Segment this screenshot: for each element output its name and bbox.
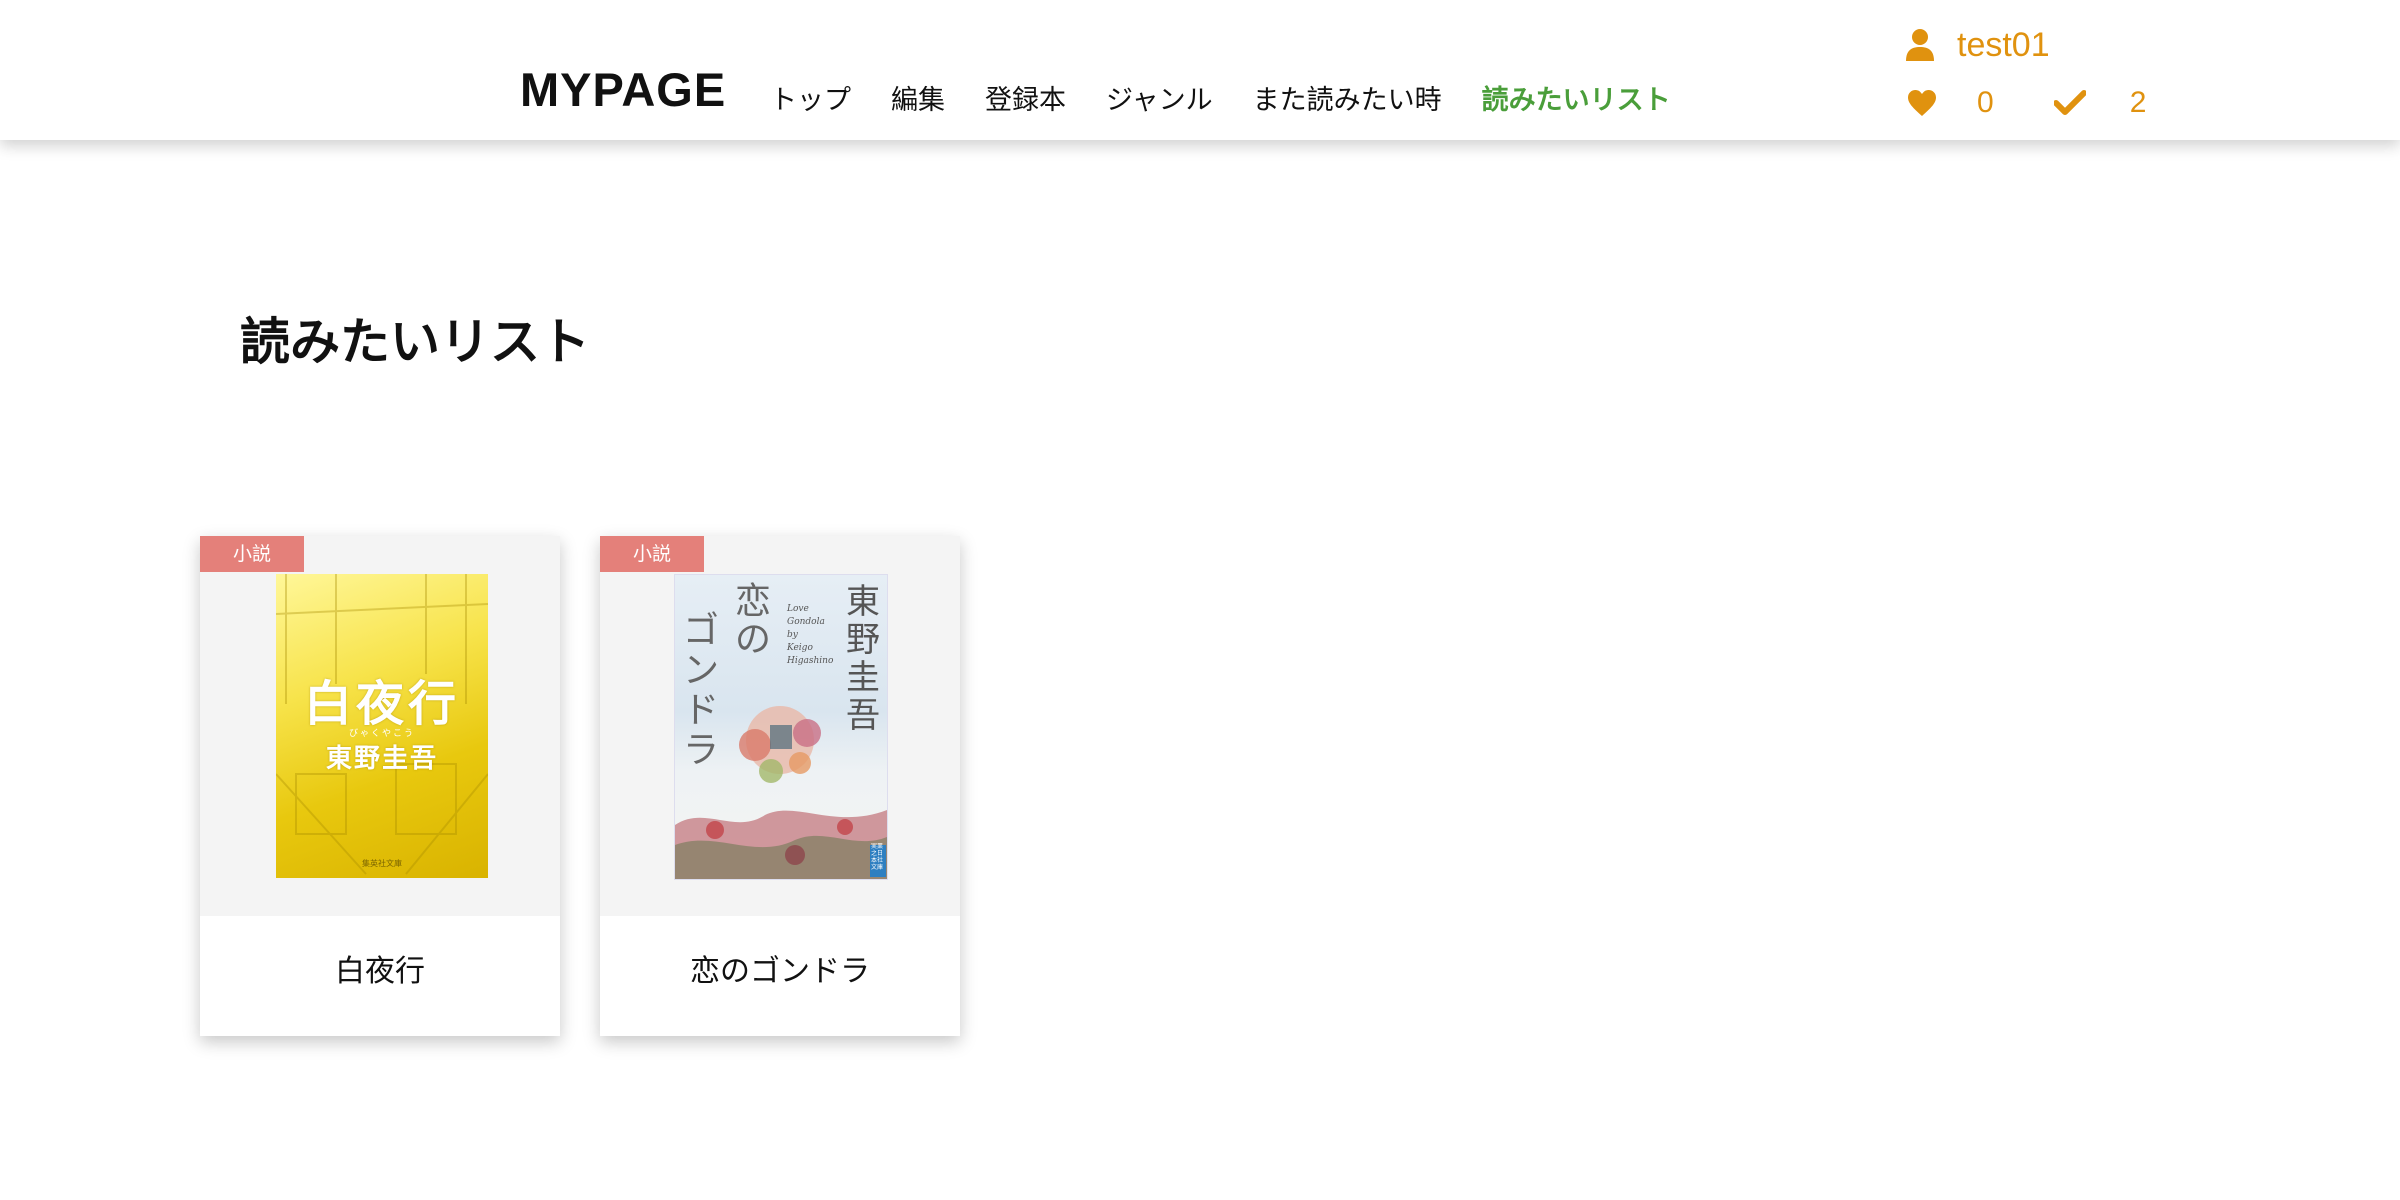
book-cover-image[interactable]: 白夜行 びゃくやこう 東野圭吾 集英社文庫 xyxy=(276,574,488,878)
nav-item-edit[interactable]: 編集 xyxy=(891,78,945,117)
nav-item-reread[interactable]: また読みたい時 xyxy=(1253,78,1442,117)
check-icon[interactable] xyxy=(2053,90,2086,116)
cover-author: 東野圭吾 xyxy=(325,744,438,774)
cover-en-line: Gondola xyxy=(787,617,825,627)
book-cover-area: 小説 東野圭吾 恋の ゴンドラ Love Gondola by Keigo Hi… xyxy=(600,536,960,916)
book-title: 白夜行 xyxy=(335,954,425,989)
cover-english-text: Love Gondola by Keigo Higashino xyxy=(787,603,843,668)
brand-logo[interactable]: MYPAGE xyxy=(520,62,726,117)
nav-item-want-to-read[interactable]: 読みたいリスト xyxy=(1482,78,1671,117)
user-panel: test01 0 2 xyxy=(1905,22,2146,126)
nav-item-genre[interactable]: ジャンル xyxy=(1106,78,1213,117)
main-nav: トップ 編集 登録本 ジャンル また読みたい時 読みたいリスト xyxy=(770,78,1671,117)
cover-publisher: 集英社文庫 xyxy=(362,859,402,868)
book-card[interactable]: 小説 東野圭吾 恋の ゴンドラ Love Gondola by Keigo Hi… xyxy=(600,536,960,1036)
cover-en-line: Keigo xyxy=(787,643,813,653)
cover-title-line-2: ゴンドラ xyxy=(682,610,719,771)
page-title: 読みたいリスト xyxy=(240,313,590,371)
cover-en-line: by xyxy=(787,630,798,640)
book-title: 恋のゴンドラ xyxy=(690,954,870,989)
book-cover-area: 小説 白夜行 びゃくやこう 東野圭吾 集英社文庫 xyxy=(200,536,560,916)
genre-badge: 小説 xyxy=(200,536,304,572)
cover-en-line: Love xyxy=(787,604,809,614)
genre-badge: 小説 xyxy=(600,536,704,572)
cover-title-line-1: 恋の xyxy=(734,581,771,660)
user-icon xyxy=(1905,28,1935,62)
likes-count: 0 xyxy=(1977,86,1994,119)
book-card[interactable]: 小説 白夜行 びゃくやこう 東野圭吾 集英社文庫 白夜行 xyxy=(200,536,560,1036)
read-count: 2 xyxy=(2129,86,2147,119)
top-header: MYPAGE トップ 編集 登録本 ジャンル また読みたい時 読みたいリスト t… xyxy=(0,0,2400,140)
book-cover-image[interactable]: 東野圭吾 恋の ゴンドラ Love Gondola by Keigo Higas… xyxy=(674,574,888,880)
nav-item-registered-books[interactable]: 登録本 xyxy=(985,78,1066,117)
cover-publisher: 実業之日本社文庫 xyxy=(871,843,884,871)
heart-icon[interactable] xyxy=(1907,89,1937,117)
cover-title: 白夜行 xyxy=(303,676,460,732)
cover-en-line: Higashino xyxy=(787,656,834,666)
nav-item-top[interactable]: トップ xyxy=(770,78,851,117)
user-info[interactable]: test01 xyxy=(1905,22,2146,68)
username: test01 xyxy=(1957,25,2050,64)
cover-author: 東野圭吾 xyxy=(846,582,880,736)
user-stats: 0 2 xyxy=(1905,80,2146,126)
